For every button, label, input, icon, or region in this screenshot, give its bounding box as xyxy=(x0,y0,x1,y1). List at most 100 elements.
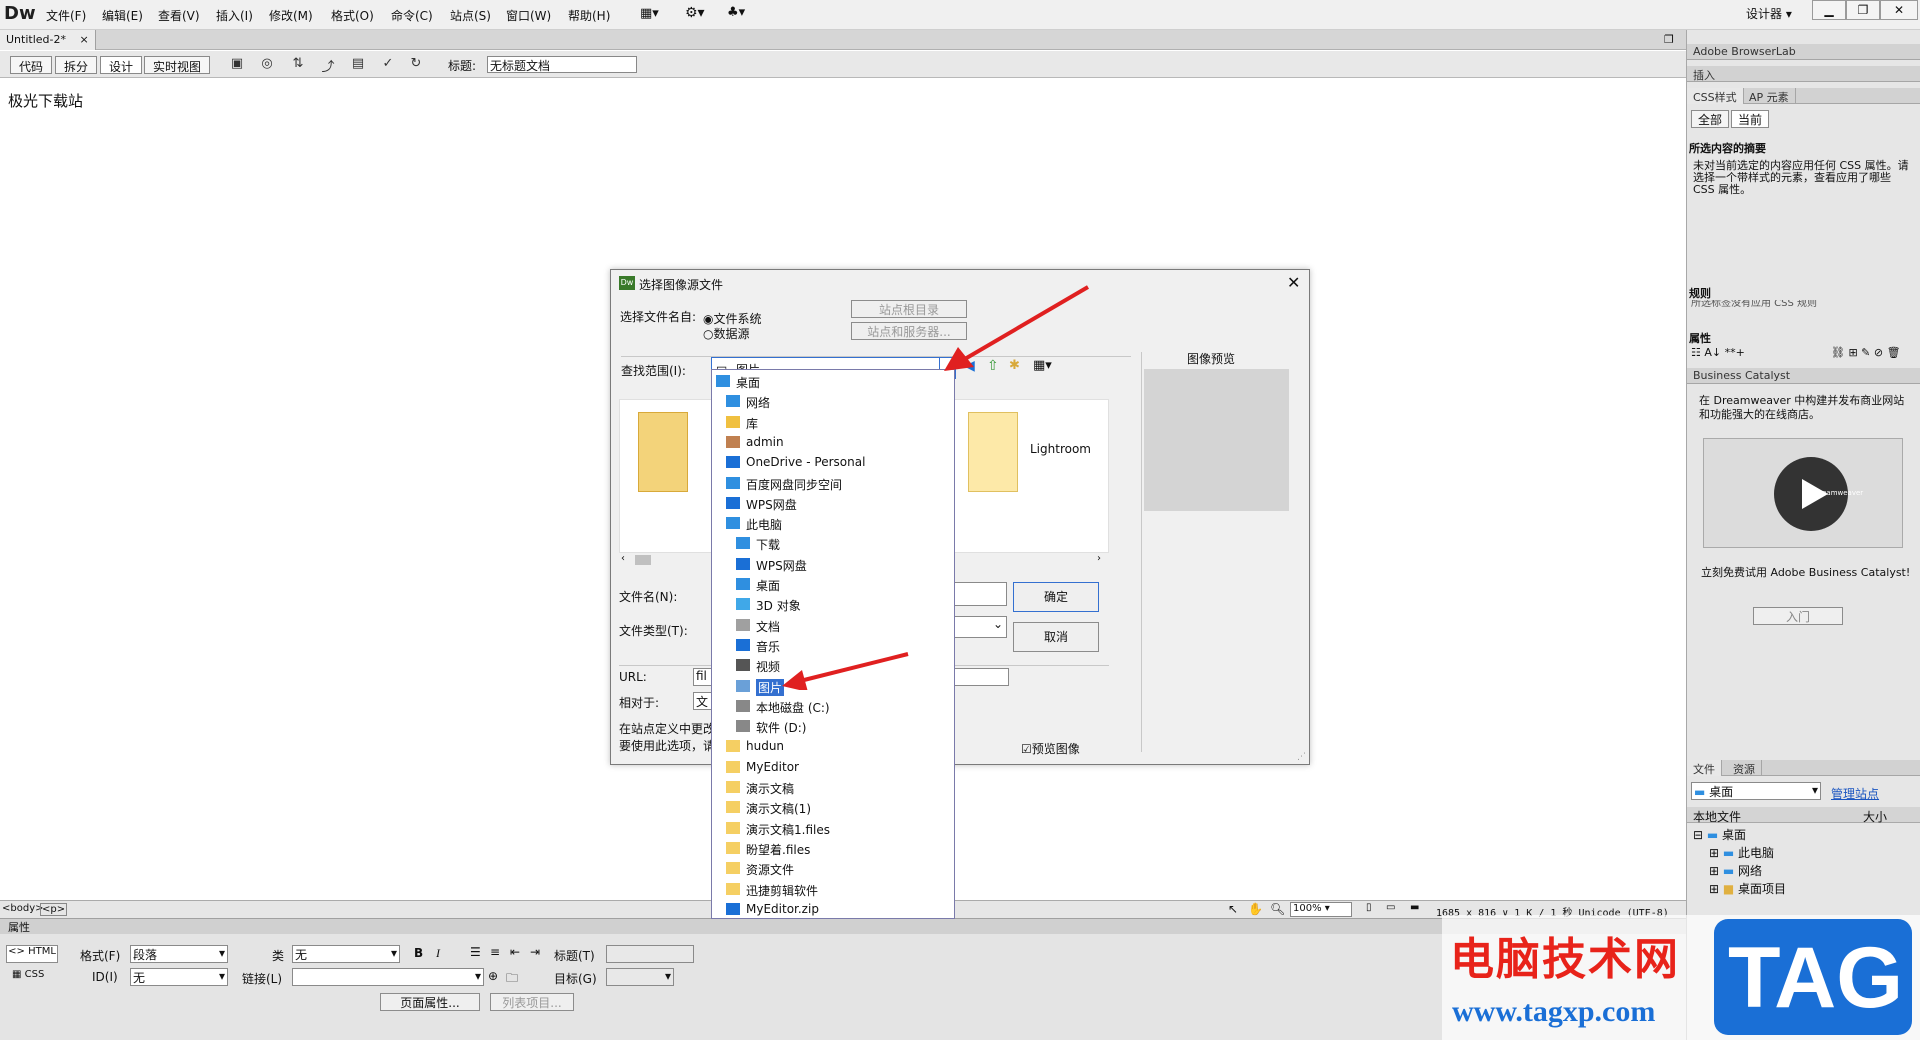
dropdown-item[interactable]: 此电脑 xyxy=(712,514,952,533)
dropdown-item[interactable]: 库 xyxy=(712,413,952,432)
design-view-button[interactable]: 设计 xyxy=(100,56,143,74)
point-to-file-icon[interactable]: ⊕ xyxy=(488,969,498,983)
minimize-button[interactable]: ▁ xyxy=(1812,0,1846,20)
list-item-button[interactable]: 列表项目... xyxy=(490,993,574,1011)
outdent-icon[interactable]: ⇤ xyxy=(510,945,520,959)
code-view-button[interactable]: 代码 xyxy=(10,56,53,74)
close-window-button[interactable]: ✕ xyxy=(1880,0,1918,20)
format-select[interactable]: 段落 ▾ xyxy=(130,945,228,963)
files-tree-row[interactable]: ⊞ ▬ 此电脑 xyxy=(1709,844,1774,861)
document-title-input[interactable]: 无标题文档 xyxy=(487,56,637,73)
page-properties-button[interactable]: 页面属性... xyxy=(380,993,480,1011)
dropdown-item[interactable]: 演示文稿1.files xyxy=(712,819,952,838)
menu-file[interactable]: 文件(F) xyxy=(46,7,86,24)
tablet-size-icon[interactable]: ▭ xyxy=(1386,902,1395,913)
tab-css-styles[interactable]: CSS样式 xyxy=(1687,88,1744,104)
zoom-select[interactable]: 100% ▾ xyxy=(1290,902,1352,917)
folder-icon[interactable] xyxy=(968,412,1018,492)
unordered-list-icon[interactable]: ☰ xyxy=(470,945,481,959)
css-mode-button[interactable]: ▦ CSS xyxy=(12,969,44,980)
tab-ap-elements[interactable]: AP 元素 xyxy=(1743,88,1796,104)
bc-start-button[interactable]: 入门 xyxy=(1753,607,1843,625)
doc-tab-untitled[interactable]: Untitled-2* × xyxy=(0,30,96,50)
ordered-list-icon[interactable]: ≡ xyxy=(490,945,500,959)
workspace-switcher[interactable]: 设计器 ▾ xyxy=(1746,5,1792,22)
layout-icon[interactable]: ▦▾ xyxy=(640,6,659,21)
dropdown-item[interactable]: 演示文稿(1) xyxy=(712,798,952,817)
hand-tool-icon[interactable]: ✋ xyxy=(1248,902,1263,916)
insert-header[interactable]: 插入 xyxy=(1687,66,1920,82)
multiscreen-icon[interactable]: ▣ xyxy=(227,56,247,74)
files-tree-row[interactable]: ⊞ ■ 桌面项目 xyxy=(1709,880,1786,897)
menu-window[interactable]: 窗口(W) xyxy=(506,7,551,24)
dropdown-item[interactable]: 迅捷剪辑软件 xyxy=(712,880,952,899)
desktop-size-icon[interactable]: ▬ xyxy=(1410,902,1419,913)
site-definition-note[interactable]: 在站点定义中更改 xyxy=(619,720,715,737)
dropdown-item[interactable]: 3D 对象 xyxy=(712,595,952,614)
class-select[interactable]: 无 ▾ xyxy=(292,945,400,963)
canvas-text[interactable]: 极光下载站 xyxy=(8,90,83,111)
bc-header[interactable]: Business Catalyst xyxy=(1687,368,1920,384)
tag-p[interactable]: <p> xyxy=(40,903,68,916)
zoom-tool-icon[interactable]: 🔍︎ xyxy=(1270,902,1285,916)
folder-lightroom-label[interactable]: Lightroom xyxy=(1030,442,1091,456)
id-select[interactable]: 无 ▾ xyxy=(130,968,228,986)
menu-view[interactable]: 查看(V) xyxy=(158,7,200,24)
dropdown-item[interactable]: 盼望着.files xyxy=(712,839,952,858)
tag-body[interactable]: <body> xyxy=(2,903,44,914)
manage-sites-link[interactable]: 管理站点 xyxy=(1831,785,1879,802)
dropdown-item[interactable]: OneDrive - Personal xyxy=(712,453,952,472)
bold-button[interactable]: B xyxy=(414,946,423,960)
indent-icon[interactable]: ⇥ xyxy=(530,945,540,959)
inspect-icon[interactable]: ⤴ xyxy=(318,56,338,75)
cancel-button[interactable]: 取消 xyxy=(1013,622,1099,652)
dropdown-item[interactable]: 桌面 xyxy=(712,575,952,594)
dropdown-item[interactable]: WPS网盘 xyxy=(712,494,952,513)
live-view-button[interactable]: 实时视图 xyxy=(144,56,211,74)
browserlab-header[interactable]: Adobe BrowserLab xyxy=(1687,44,1920,60)
dropdown-item[interactable]: admin xyxy=(712,433,952,452)
tab-assets[interactable]: 资源 xyxy=(1727,760,1762,776)
italic-button[interactable]: I xyxy=(436,946,440,961)
dropdown-item[interactable]: 文档 xyxy=(712,616,952,635)
dropdown-item[interactable]: 软件 (D:) xyxy=(712,717,952,736)
menu-site[interactable]: 站点(S) xyxy=(450,7,491,24)
all-button[interactable]: 全部 xyxy=(1691,110,1729,128)
file-management-icon[interactable]: ⇅ xyxy=(288,56,308,74)
ok-button[interactable]: 确定 xyxy=(1013,582,1099,612)
tab-files[interactable]: 文件 xyxy=(1687,760,1722,776)
attribute-view-icons[interactable]: ☷ A↓ **+ xyxy=(1691,346,1745,359)
dropdown-item[interactable]: 本地磁盘 (C:) xyxy=(712,697,952,716)
files-tree-row[interactable]: ⊞ ▬ 网络 xyxy=(1709,862,1762,879)
select-tool-icon[interactable]: ↖ xyxy=(1228,902,1238,916)
dropdown-item[interactable]: MyEditor.zip xyxy=(712,900,952,919)
dropdown-item[interactable]: hudun xyxy=(712,737,952,756)
dropdown-item[interactable]: 演示文稿 xyxy=(712,778,952,797)
dropdown-item[interactable]: 桌面 xyxy=(712,372,952,391)
location-dropdown-list[interactable]: 桌面 网络库 admin OneDrive - Personal 百度网盘同步空间 WPS… xyxy=(711,369,955,919)
link-input[interactable]: ▾ xyxy=(292,968,484,986)
bc-video-thumbnail[interactable]: Dreamweaver xyxy=(1703,438,1903,548)
restore-button[interactable]: ❐ xyxy=(1846,0,1880,20)
col-local-files[interactable]: 本地文件 xyxy=(1693,808,1741,825)
dropdown-item[interactable]: 百度网盘同步空间 xyxy=(712,474,952,493)
preview-checkbox[interactable]: ☑预览图像 xyxy=(1021,740,1080,757)
resize-grip-icon[interactable]: ⋰ xyxy=(1297,752,1306,762)
menu-help[interactable]: 帮助(H) xyxy=(568,7,610,24)
mobile-size-icon[interactable]: ▯ xyxy=(1366,902,1372,913)
browse-folder-icon[interactable]: 🗀︎ xyxy=(506,969,518,990)
check-browser-icon[interactable]: ✓ xyxy=(378,56,398,74)
browser-preview-icon[interactable]: ◎ xyxy=(257,56,277,74)
close-icon[interactable]: ✕ xyxy=(1287,273,1300,292)
gear-icon[interactable]: ⚙▾ xyxy=(685,5,705,21)
filetype-select[interactable]: ⌄ xyxy=(951,616,1007,638)
target-select[interactable]: ▾ xyxy=(606,968,674,986)
extend-icon[interactable]: ♣▾ xyxy=(727,5,745,20)
title-field[interactable] xyxy=(606,945,694,963)
folder-icon[interactable] xyxy=(638,412,688,492)
menu-format[interactable]: 格式(O) xyxy=(331,7,374,24)
files-tree-row[interactable]: ⊟ ▬ 桌面 xyxy=(1693,826,1746,843)
menu-modify[interactable]: 修改(M) xyxy=(269,7,313,24)
menu-commands[interactable]: 命令(C) xyxy=(391,7,433,24)
close-icon[interactable]: × xyxy=(79,33,88,46)
